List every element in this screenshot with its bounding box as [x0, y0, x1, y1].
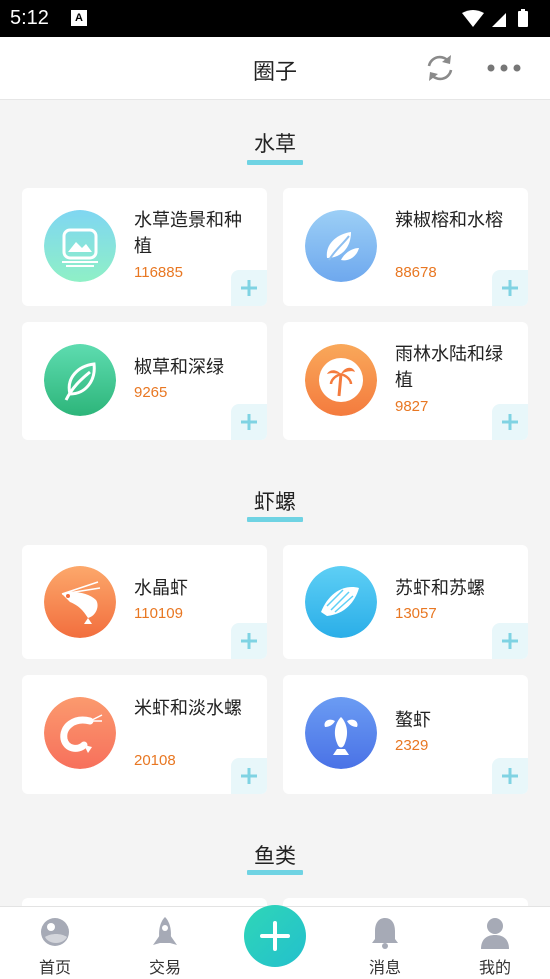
refresh-icon[interactable] — [423, 51, 457, 85]
circle-card[interactable]: 辣椒榕和水榕 88678 — [283, 188, 528, 306]
curled-shrimp-icon — [44, 697, 116, 769]
circle-name: 水晶虾 — [134, 578, 188, 599]
signal-icon — [492, 13, 506, 27]
user-icon — [481, 918, 509, 949]
circle-name: 雨林水陆和绿植 — [395, 344, 503, 391]
plus-icon — [241, 633, 257, 649]
plus-icon — [260, 921, 290, 951]
lobster-icon — [305, 697, 377, 769]
circle-card[interactable]: 螯虾 2329 — [283, 675, 528, 794]
tab-mine[interactable]: 我的 — [440, 907, 550, 979]
join-button[interactable] — [492, 270, 528, 306]
join-button[interactable] — [231, 758, 267, 794]
tab-label: 我的 — [478, 958, 511, 977]
member-count: 20108 — [134, 752, 176, 769]
rocket-icon — [153, 917, 177, 945]
member-count: 9827 — [395, 398, 429, 415]
section-underline — [247, 870, 303, 875]
app-header: 圈子 — [0, 37, 550, 100]
landscape-icon — [44, 210, 116, 282]
join-button[interactable] — [492, 404, 528, 440]
tab-trade[interactable]: 交易 — [110, 907, 220, 979]
tab-label: 首页 — [38, 958, 71, 977]
member-count: 116885 — [134, 264, 183, 281]
bell-icon — [372, 918, 398, 949]
circle-card[interactable]: 椒草和深绿 9265 — [22, 322, 267, 440]
status-bar: 5:12 A — [0, 0, 550, 37]
system-status-icons — [462, 9, 528, 27]
circle-card[interactable]: 米虾和淡水螺 20108 — [22, 675, 267, 794]
plus-icon — [502, 280, 518, 296]
plus-icon — [241, 768, 257, 784]
circle-card[interactable]: 雨林水陆和绿植 9827 — [283, 322, 528, 440]
shrimp-icon — [44, 566, 116, 638]
member-count: 88678 — [395, 264, 437, 281]
section-underline — [247, 517, 303, 522]
notification-a-icon: A — [71, 10, 87, 26]
snail-icon — [305, 566, 377, 638]
publish-fab-button[interactable] — [244, 905, 306, 967]
member-count: 2329 — [395, 737, 429, 754]
battery-icon — [518, 11, 528, 27]
section-underline — [247, 160, 303, 165]
plus-icon — [241, 280, 257, 296]
circle-name: 螯虾 — [395, 710, 431, 731]
plus-icon — [502, 633, 518, 649]
circle-name: 苏虾和苏螺 — [395, 578, 485, 599]
member-count: 13057 — [395, 605, 437, 622]
join-button[interactable] — [231, 404, 267, 440]
tab-messages[interactable]: 消息 — [330, 907, 440, 979]
more-icon[interactable] — [486, 63, 522, 73]
plus-icon — [241, 414, 257, 430]
join-button[interactable] — [231, 270, 267, 306]
member-count: 110109 — [134, 605, 183, 622]
circle-name: 辣椒榕和水榕 — [395, 210, 503, 231]
page-title: 圈子 — [252, 60, 297, 85]
section-title-shrimp-snails: 虾螺 — [254, 490, 296, 514]
circle-card[interactable]: 苏虾和苏螺 13057 — [283, 545, 528, 659]
circle-card[interactable]: 水草造景和种植 116885 — [22, 188, 267, 306]
palm-tree-icon — [305, 344, 377, 416]
plus-icon — [502, 768, 518, 784]
leaf-icon — [44, 344, 116, 416]
circle-card[interactable]: 水晶虾 110109 — [22, 545, 267, 659]
tab-label: 消息 — [368, 958, 401, 977]
join-button[interactable] — [492, 623, 528, 659]
wifi-icon — [462, 10, 484, 27]
member-count: 9265 — [134, 384, 168, 401]
circle-name: 米虾和淡水螺 — [134, 698, 242, 719]
leaves-icon — [305, 210, 377, 282]
join-button[interactable] — [231, 623, 267, 659]
status-time: 5:12 — [10, 7, 49, 29]
home-planet-icon — [41, 918, 69, 946]
tab-label: 交易 — [148, 958, 181, 977]
bottom-tab-bar: 首页 交易 消息 我的 — [0, 905, 550, 979]
circle-name: 椒草和深绿 — [134, 357, 224, 378]
join-button[interactable] — [492, 758, 528, 794]
plus-icon — [502, 414, 518, 430]
section-title-aquatic-plants: 水草 — [254, 132, 296, 156]
circle-name: 水草造景和种植 — [134, 210, 242, 257]
section-title-fish: 鱼类 — [254, 844, 296, 868]
tab-home[interactable]: 首页 — [0, 907, 110, 979]
